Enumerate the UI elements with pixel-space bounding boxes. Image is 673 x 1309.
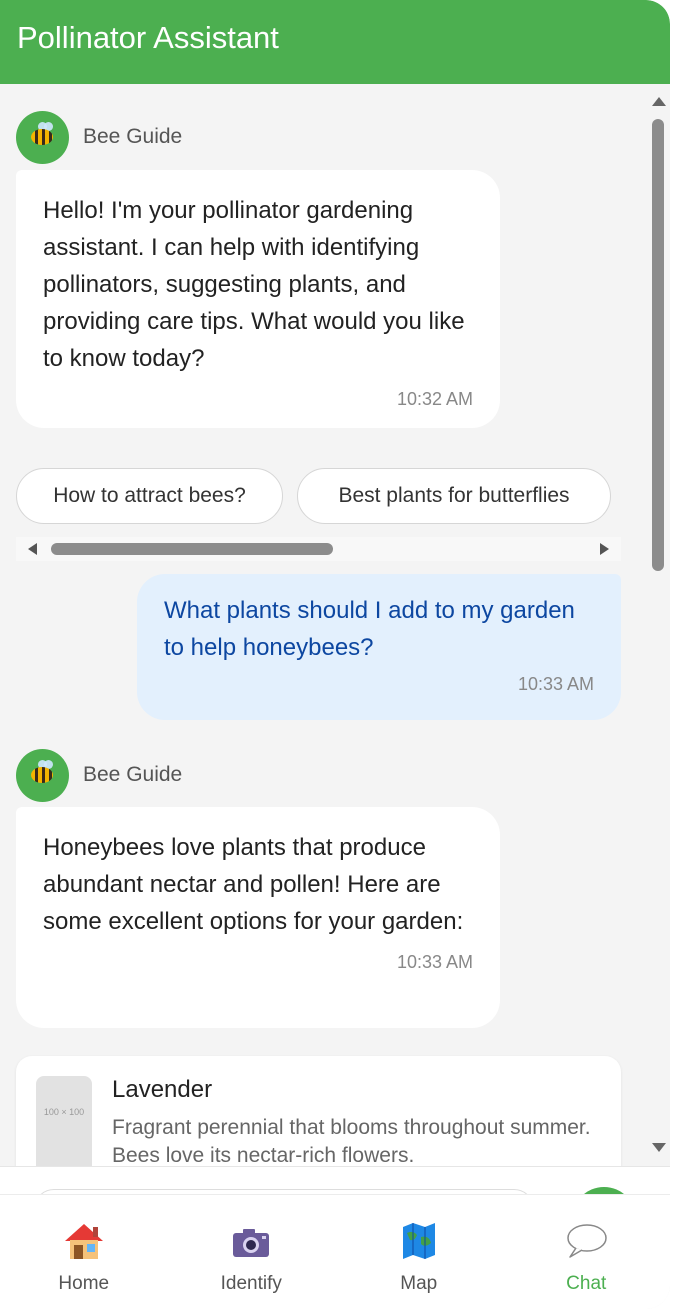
bottom-nav: Home Identify Map Chat [0, 1194, 670, 1309]
suggestion-chips: How to attract bees? Best plants for but… [16, 468, 621, 528]
app-header: Pollinator Assistant [0, 0, 670, 84]
vertical-scrollbar[interactable] [646, 84, 670, 1166]
plant-description: Fragrant perennial that blooms throughou… [112, 1116, 591, 1166]
message-text: What plants should I add to my garden to… [164, 597, 575, 661]
nav-label: Map [400, 1273, 438, 1294]
bee-avatar [16, 110, 69, 164]
chat-messages[interactable]: Bee Guide Hello! I'm your pollinator gar… [0, 84, 646, 1166]
bot-header: Bee Guide [16, 110, 182, 164]
camera-icon [233, 1229, 270, 1257]
bee-icon [31, 128, 53, 145]
scroll-right-icon[interactable] [600, 543, 609, 555]
page-title: Pollinator Assistant [17, 20, 279, 55]
house-icon [64, 1224, 103, 1259]
nav-item-identify[interactable]: Identify [168, 1195, 336, 1309]
app-frame: Pollinator Assistant Bee Guide Hello! I'… [0, 0, 670, 1309]
nav-item-home[interactable]: Home [0, 1195, 168, 1309]
scroll-left-icon[interactable] [28, 543, 37, 555]
chip-attract-bees[interactable]: How to attract bees? [16, 468, 283, 524]
scroll-up-icon[interactable] [652, 97, 666, 106]
plant-card[interactable]: 100 × 100 Lavender Fragrant perennial th… [16, 1056, 621, 1166]
nav-item-map[interactable]: Map [335, 1195, 503, 1309]
sender-name: Bee Guide [83, 763, 183, 786]
scroll-thumb[interactable] [652, 119, 664, 571]
nav-label: Home [58, 1273, 110, 1294]
message-input-area [0, 1166, 670, 1194]
bot-message-bubble: Honeybees love plants that produce abund… [16, 807, 500, 1028]
speech-bubble-icon [567, 1224, 607, 1258]
scroll-thumb[interactable] [51, 543, 333, 555]
bot-header: Bee Guide [16, 748, 182, 802]
plant-name: Lavender [112, 1076, 213, 1103]
horizontal-scrollbar[interactable] [16, 537, 621, 561]
nav-item-chat[interactable]: Chat [503, 1195, 671, 1309]
bee-icon [31, 766, 53, 783]
sender-name: Bee Guide [83, 125, 183, 148]
message-time: 10:33 AM [396, 952, 473, 972]
map-icon [402, 1223, 435, 1259]
scroll-down-icon[interactable] [652, 1143, 666, 1152]
message-time: 10:33 AM [517, 674, 594, 694]
plant-image-placeholder: 100 × 100 [36, 1076, 92, 1166]
message-text: Honeybees love plants that produce abund… [43, 834, 464, 935]
bee-avatar [16, 748, 69, 802]
send-button[interactable] [572, 1187, 636, 1194]
user-message-bubble: What plants should I add to my garden to… [137, 574, 621, 720]
nav-label: Identify [220, 1273, 282, 1294]
message-time: 10:32 AM [396, 389, 473, 409]
message-text: Hello! I'm your pollinator gardening ass… [43, 197, 465, 372]
chip-butterfly-plants[interactable]: Best plants for butterflies [297, 468, 611, 524]
nav-label: Chat [566, 1273, 607, 1294]
bot-message-bubble: Hello! I'm your pollinator gardening ass… [16, 170, 500, 428]
